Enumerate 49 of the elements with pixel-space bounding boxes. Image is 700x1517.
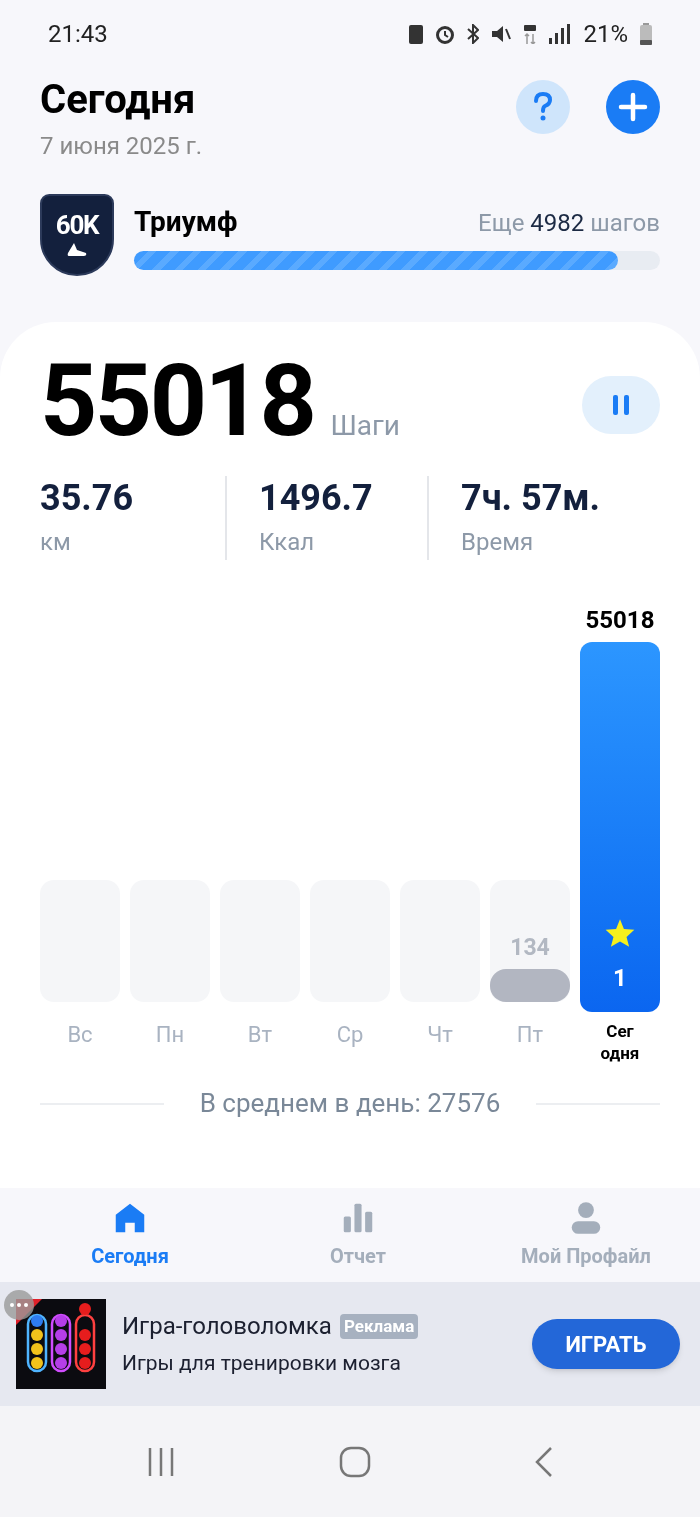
ad-title: Игра-головоломка [122,1311,332,1343]
stat-label: км [40,527,72,558]
battery-saver-icon [409,24,424,44]
day-label: Пт [516,1021,544,1049]
battery-icon [640,23,652,45]
shoe-icon [66,242,88,258]
plus-icon [618,92,648,122]
stat-label: Ккал [259,527,316,558]
page-title: Сегодня [40,76,197,124]
day-label: Ср [336,1021,364,1049]
more-icon[interactable] [4,1290,34,1320]
add-button[interactable] [606,80,660,134]
mute-icon [491,25,512,43]
stat-label: Время [461,527,535,558]
date-text: 7 июня 2025 г. [40,131,203,162]
stat-value: 7ч. 57м. [461,476,602,520]
back-icon[interactable] [534,1445,555,1478]
bar-value: 134 [510,932,550,963]
bluetooth-icon [467,24,480,44]
day-label: Сег одня [600,1019,640,1065]
remaining-steps: Еще 4982 шагов [478,204,660,241]
daily-average: В среднем в день: 27576 [199,1087,501,1120]
step-count: 55018 [40,346,315,456]
badge-label: 60K [55,212,99,238]
day-label: Вт [247,1021,273,1049]
nav-tab[interactable]: Мой Профайл [486,1199,686,1271]
bar-value: 55018 [585,605,655,636]
nav-tab[interactable]: Отчет [258,1199,458,1271]
day-label: Чт [427,1021,453,1049]
goal-title: Триумф [134,203,238,240]
mobile-data-icon [523,24,538,44]
question-icon [533,92,553,122]
nav-tab[interactable]: Сегодня [30,1199,230,1271]
day-label: Вс [67,1021,93,1049]
signal-icon [549,24,572,44]
play-button[interactable]: ИГРАТЬ [532,1319,680,1369]
steps-unit: Шаги [330,408,400,444]
ad-subtitle: Игры для тренировки мозга [122,1350,402,1378]
day-bar[interactable]: 1 [580,642,660,1012]
day-label: Пн [155,1021,185,1049]
pause-icon [611,394,631,416]
alarm-icon [435,24,456,44]
stat-value: 1496.7 [259,476,374,520]
ad-tag: Реклама [339,1313,419,1339]
stat-value: 35.76 [40,476,135,520]
battery-percent: 21% [583,19,628,50]
help-button[interactable] [516,80,570,134]
status-time: 21:43 [48,19,108,50]
star-count: 1 [613,962,627,994]
